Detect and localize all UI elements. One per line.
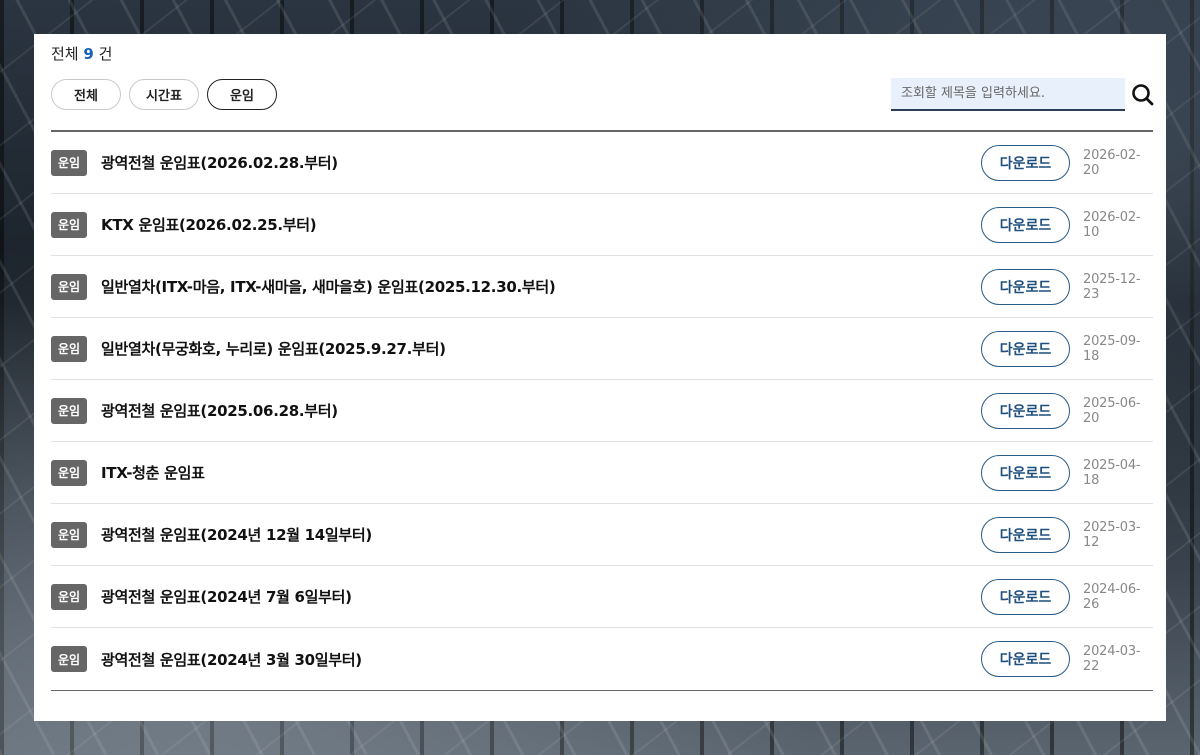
download-button[interactable]: 다운로드 xyxy=(981,641,1070,677)
category-badge: 운임 xyxy=(51,397,87,424)
filter-timetable-button[interactable]: 시간표 xyxy=(129,79,199,110)
list-item: 운임 광역전철 운임표(2024년 3월 30일부터) 다운로드 2024-03… xyxy=(51,628,1153,690)
filter-fare-button[interactable]: 운임 xyxy=(207,79,277,110)
category-badge: 운임 xyxy=(51,646,87,672)
list-item: 운임 광역전철 운임표(2024년 7월 6일부터) 다운로드 2024-06-… xyxy=(51,566,1153,628)
list-item-date: 2025-03-12 xyxy=(1083,519,1141,550)
download-button[interactable]: 다운로드 xyxy=(981,268,1070,305)
list-item: 운임 일반열차(무궁화호, 누리로) 운임표(2025.9.27.부터) 다운로… xyxy=(51,318,1153,380)
category-badge: 운임 xyxy=(51,335,87,362)
list-item: 운임 KTX 운임표(2026.02.25.부터) 다운로드 2026-02-1… xyxy=(51,194,1153,256)
category-badge: 운임 xyxy=(51,583,87,610)
list-item-date: 2025-09-18 xyxy=(1083,333,1141,364)
download-button[interactable]: 다운로드 xyxy=(981,392,1070,429)
list-item-date: 2026-02-20 xyxy=(1083,147,1141,178)
category-badge: 운임 xyxy=(51,149,87,176)
list-item-date: 2024-03-22 xyxy=(1083,644,1141,674)
list-item-date: 2025-12-23 xyxy=(1083,271,1141,302)
fare-list-panel: 전체 9 건 전체 시간표 운임 운임 광역전철 운임표(2026.02.28.… xyxy=(34,34,1166,721)
list-item: 운임 일반열차(ITX-마음, ITX-새마을, 새마을호) 운임표(2025.… xyxy=(51,256,1153,318)
search-icon[interactable] xyxy=(1130,82,1156,108)
download-button[interactable]: 다운로드 xyxy=(981,206,1070,243)
list-item: 운임 광역전철 운임표(2024년 12월 14일부터) 다운로드 2025-0… xyxy=(51,504,1153,566)
list-item: 운임 ITX-청춘 운임표 다운로드 2025-04-18 xyxy=(51,442,1153,504)
list-item: 운임 광역전철 운임표(2025.06.28.부터) 다운로드 2025-06-… xyxy=(51,380,1153,442)
filter-tabs: 전체 시간표 운임 xyxy=(51,79,277,110)
list-item: 운임 광역전철 운임표(2026.02.28.부터) 다운로드 2026-02-… xyxy=(51,132,1153,194)
category-badge: 운임 xyxy=(51,459,87,486)
total-count-prefix: 전체 xyxy=(51,45,79,63)
total-count: 전체 9 건 xyxy=(51,43,112,64)
download-button[interactable]: 다운로드 xyxy=(981,454,1070,491)
list-item-date: 2026-02-10 xyxy=(1083,209,1141,240)
list-item-date: 2024-06-26 xyxy=(1083,581,1141,612)
download-button[interactable]: 다운로드 xyxy=(981,330,1070,367)
list-item-date: 2025-04-18 xyxy=(1083,457,1141,488)
total-count-number: 9 xyxy=(83,45,94,63)
download-button[interactable]: 다운로드 xyxy=(981,578,1070,615)
fare-list: 운임 광역전철 운임표(2026.02.28.부터) 다운로드 2026-02-… xyxy=(51,130,1153,691)
category-badge: 운임 xyxy=(51,211,87,238)
download-button[interactable]: 다운로드 xyxy=(981,144,1070,181)
search-input[interactable] xyxy=(891,78,1125,111)
filter-all-button[interactable]: 전체 xyxy=(51,79,121,110)
download-button[interactable]: 다운로드 xyxy=(981,516,1070,553)
total-count-suffix: 건 xyxy=(98,45,113,63)
category-badge: 운임 xyxy=(51,521,87,548)
category-badge: 운임 xyxy=(51,273,87,300)
list-item-date: 2025-06-20 xyxy=(1083,395,1141,426)
